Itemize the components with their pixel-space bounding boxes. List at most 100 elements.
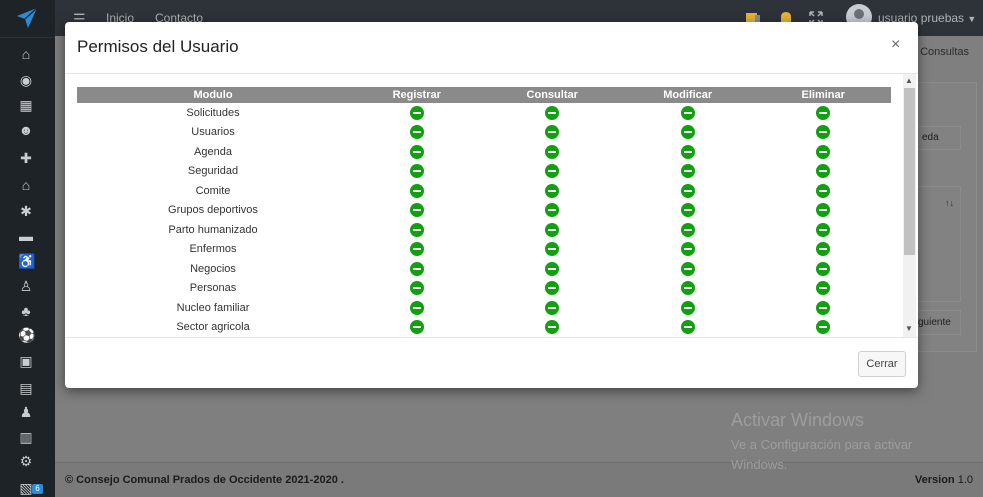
permission-modificar-minus-circle-icon[interactable] [680, 183, 695, 198]
hospital-icon[interactable]: ▣ [18, 353, 34, 369]
paper-plane-logo-icon[interactable] [16, 7, 38, 29]
permission-consultar-minus-circle-icon[interactable] [545, 203, 560, 218]
ambulance-icon[interactable]: ▬ [18, 228, 34, 244]
permission-cell-registrar [349, 123, 484, 143]
permission-cell-registrar [349, 318, 484, 338]
permission-registrar-minus-circle-icon[interactable] [409, 203, 424, 218]
users-icon[interactable]: ☻ [18, 122, 34, 138]
permission-modificar-minus-circle-icon[interactable] [680, 261, 695, 276]
permission-registrar-minus-circle-icon[interactable] [409, 105, 424, 120]
permission-consultar-minus-circle-icon[interactable] [545, 261, 560, 276]
permission-modificar-minus-circle-icon[interactable] [680, 242, 695, 257]
permission-eliminar-minus-circle-icon[interactable] [816, 300, 831, 315]
permission-consultar-minus-circle-icon[interactable] [545, 105, 560, 120]
permission-registrar-minus-circle-icon[interactable] [409, 300, 424, 315]
header-consultar: Consultar [484, 87, 620, 103]
permissions-modal: Permisos del Usuario × Modulo Registrar … [65, 22, 918, 388]
permission-registrar-minus-circle-icon[interactable] [409, 242, 424, 257]
modal-footer: Cerrar [65, 337, 918, 388]
permission-eliminar-minus-circle-icon[interactable] [816, 203, 831, 218]
permission-registrar-minus-circle-icon[interactable] [409, 125, 424, 140]
soccer-ball-icon[interactable]: ⚽ [18, 327, 35, 343]
permission-cell-consultar [484, 103, 619, 123]
permission-eliminar-minus-circle-icon[interactable] [816, 320, 831, 335]
permission-modificar-minus-circle-icon[interactable] [680, 203, 695, 218]
permission-eliminar-minus-circle-icon[interactable] [816, 125, 831, 140]
user-icon[interactable]: ♟ [18, 404, 34, 420]
permission-consultar-minus-circle-icon[interactable] [545, 242, 560, 257]
child-icon[interactable]: ♙ [18, 278, 34, 294]
user-circle-icon[interactable]: ◉ [18, 72, 34, 88]
permission-eliminar-minus-circle-icon[interactable] [816, 242, 831, 257]
permission-cell-consultar [484, 142, 619, 162]
document-icon[interactable]: ▥ [18, 429, 34, 445]
building-icon[interactable]: ▤ [18, 380, 34, 396]
permission-eliminar-minus-circle-icon[interactable] [816, 183, 831, 198]
permission-cell-eliminar [755, 142, 891, 162]
scrollbar-thumb[interactable] [904, 88, 915, 255]
permission-modificar-minus-circle-icon[interactable] [680, 125, 695, 140]
gear-icon[interactable]: ⚙ [18, 453, 34, 469]
permission-consultar-minus-circle-icon[interactable] [545, 300, 560, 315]
permission-eliminar-minus-circle-icon[interactable] [816, 144, 831, 159]
permission-cell-registrar [349, 220, 484, 240]
permission-cell-modificar [620, 298, 755, 318]
close-button[interactable]: Cerrar [858, 351, 906, 377]
permission-modificar-minus-circle-icon[interactable] [680, 320, 695, 335]
permission-modificar-minus-circle-icon[interactable] [680, 281, 695, 296]
table-row: Negocios [77, 259, 891, 279]
modal-title: Permisos del Usuario [77, 37, 239, 56]
permission-registrar-minus-circle-icon[interactable] [409, 164, 424, 179]
permission-modificar-minus-circle-icon[interactable] [680, 105, 695, 120]
scroll-down-icon[interactable]: ▼ [905, 324, 913, 333]
permission-registrar-minus-circle-icon[interactable] [409, 222, 424, 237]
module-name: Solicitudes [186, 106, 240, 119]
permission-cell-consultar [484, 201, 619, 221]
permission-cell-consultar [484, 162, 619, 182]
permission-modificar-minus-circle-icon[interactable] [680, 164, 695, 179]
close-icon[interactable]: × [891, 36, 900, 54]
scroll-up-icon[interactable]: ▲ [905, 76, 913, 85]
permission-cell-consultar [484, 318, 619, 338]
notification-badge: 6 [32, 484, 43, 494]
permission-cell-modificar [620, 259, 755, 279]
wheelchair-icon[interactable]: ♿ [18, 253, 35, 269]
permission-eliminar-minus-circle-icon[interactable] [816, 164, 831, 179]
permission-registrar-minus-circle-icon[interactable] [409, 281, 424, 296]
module-name: Personas [189, 282, 237, 295]
module-name: Agenda [194, 145, 232, 158]
permission-registrar-minus-circle-icon[interactable] [409, 261, 424, 276]
calendar-icon[interactable]: ▦ [18, 97, 34, 113]
permission-modificar-minus-circle-icon[interactable] [680, 222, 695, 237]
permission-consultar-minus-circle-icon[interactable] [545, 281, 560, 296]
permission-eliminar-minus-circle-icon[interactable] [816, 281, 831, 296]
bug-icon[interactable]: ✱ [18, 203, 34, 219]
breadcrumb[interactable]: / Consultas [914, 46, 969, 58]
permission-consultar-minus-circle-icon[interactable] [545, 320, 560, 335]
sort-icon[interactable]: ↑↓ [945, 198, 954, 208]
permission-registrar-minus-circle-icon[interactable] [409, 320, 424, 335]
modal-scrollbar[interactable]: ▲ ▼ [903, 74, 916, 337]
permission-consultar-minus-circle-icon[interactable] [545, 183, 560, 198]
permissions-table: Modulo Registrar Consultar Modificar Eli… [77, 87, 891, 337]
bank-icon[interactable]: ⌂ [18, 46, 34, 62]
permission-consultar-minus-circle-icon[interactable] [545, 144, 560, 159]
permission-cell-eliminar [755, 123, 891, 143]
user-plus-icon[interactable]: ✚ [18, 150, 34, 166]
permission-eliminar-minus-circle-icon[interactable] [816, 105, 831, 120]
permission-registrar-minus-circle-icon[interactable] [409, 144, 424, 159]
permission-registrar-minus-circle-icon[interactable] [409, 183, 424, 198]
table-row: Personas [77, 279, 891, 299]
permission-cell-consultar [484, 181, 619, 201]
permission-eliminar-minus-circle-icon[interactable] [816, 222, 831, 237]
permission-consultar-minus-circle-icon[interactable] [545, 222, 560, 237]
permission-modificar-minus-circle-icon[interactable] [680, 144, 695, 159]
permission-cell-eliminar [755, 103, 891, 123]
permission-modificar-minus-circle-icon[interactable] [680, 300, 695, 315]
home-icon[interactable]: ⌂ [18, 177, 34, 193]
watermark-subtitle: Ve a Configuración para activar Windows. [731, 437, 913, 472]
permission-consultar-minus-circle-icon[interactable] [545, 164, 560, 179]
tree-icon[interactable]: ♣ [18, 303, 34, 319]
permission-consultar-minus-circle-icon[interactable] [545, 125, 560, 140]
permission-eliminar-minus-circle-icon[interactable] [816, 261, 831, 276]
